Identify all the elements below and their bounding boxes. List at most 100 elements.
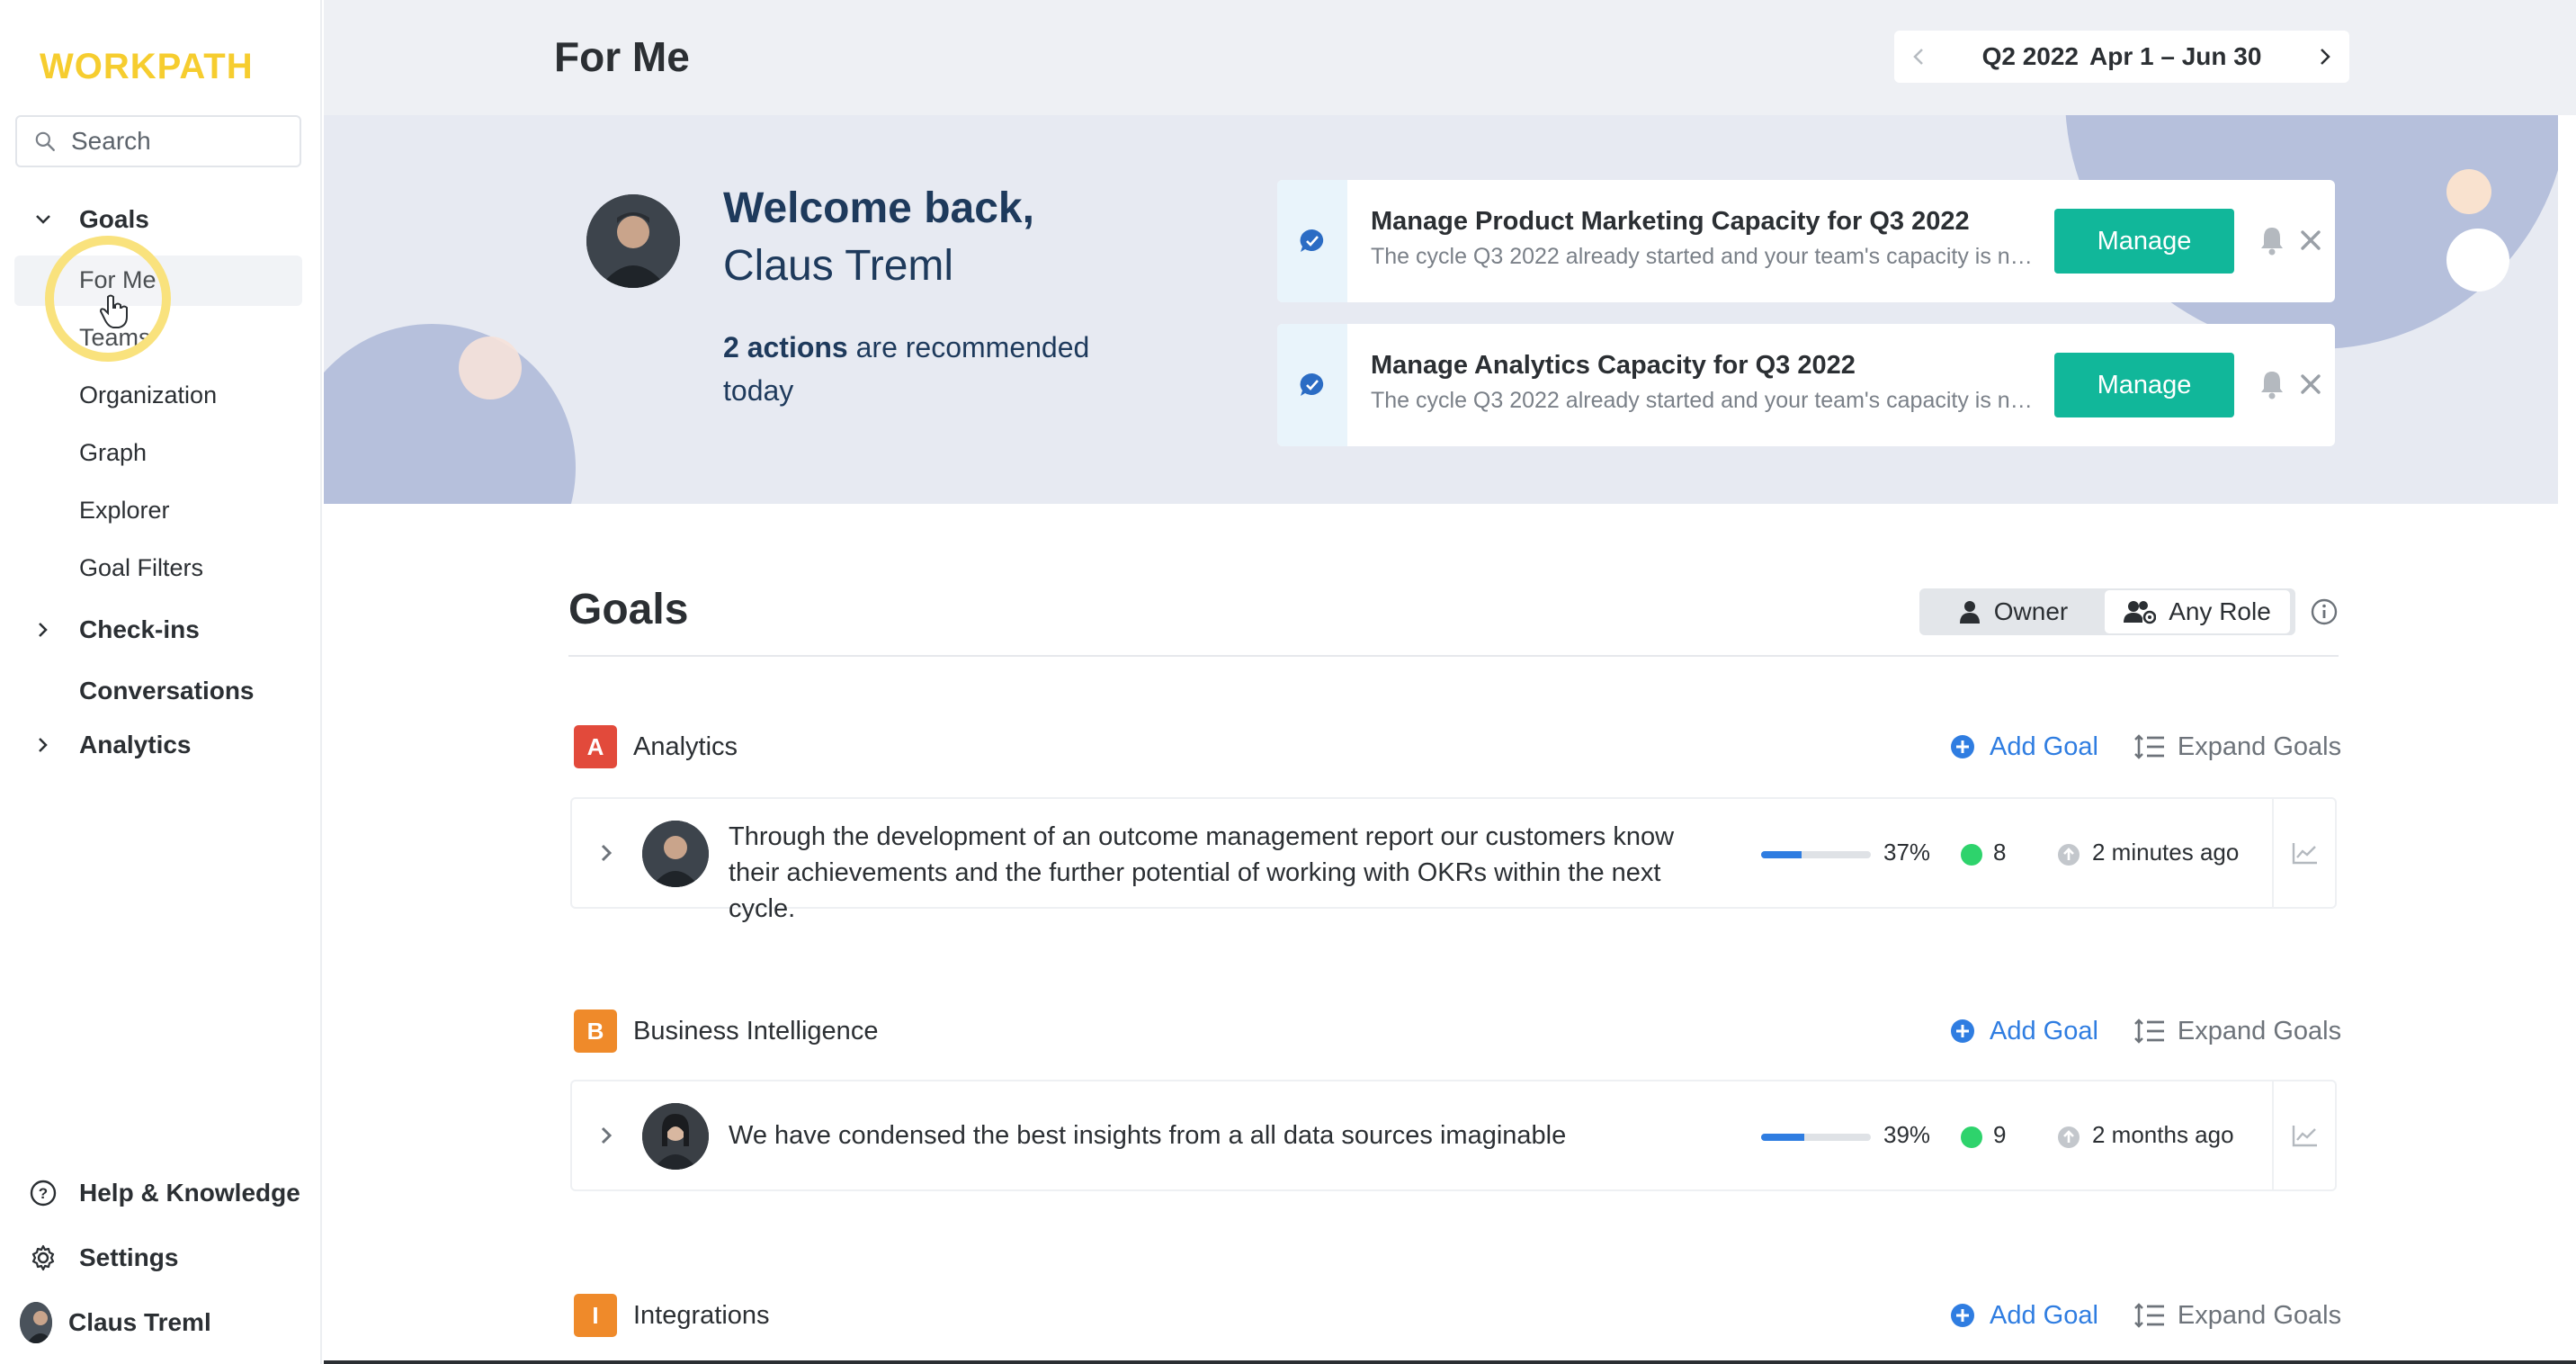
team-name: Business Intelligence [633,1016,879,1045]
nav-item-conversations[interactable]: Conversations [0,671,322,711]
add-goal-button[interactable]: Add Goal [1950,732,2098,762]
expand-list-icon [2134,1303,2164,1328]
update-arrow-icon [2058,844,2080,866]
action-body: Manage Product Marketing Capacity for Q3… [1371,207,2036,270]
action-description: The cycle Q3 2022 already started and yo… [1371,388,2036,413]
action-title: Manage Product Marketing Capacity for Q3… [1371,207,1970,236]
team-name: Analytics [633,731,738,761]
status-dot [1961,844,1982,866]
last-updated: 2 minutes ago [2092,839,2240,866]
close-icon[interactable] [2297,227,2324,254]
chevron-right-icon[interactable] [595,1121,617,1150]
team-header-business-intelligence[interactable]: B Business Intelligence [574,1010,878,1053]
progress-fill [1761,851,1802,858]
plus-circle-icon [1951,735,1974,758]
expand-list-icon [2134,734,2164,759]
add-goal-button[interactable]: Add Goal [1950,1301,2098,1331]
search-box[interactable] [15,115,301,167]
action-card: Manage Product Marketing Capacity for Q3… [1277,180,2335,302]
any-role-filter-button[interactable]: Any Role [2105,590,2290,633]
expand-goals-button[interactable]: Expand Goals [2134,1017,2341,1046]
nav-group-label: Goals [79,205,149,233]
progress-fill [1761,1134,1804,1141]
plus-circle-icon [1951,1019,1974,1043]
chevron-right-icon [34,732,52,758]
settings-link[interactable]: Settings [27,1238,178,1278]
chevron-down-icon [34,207,52,232]
team-actions: Add Goal Expand Goals [1950,1294,2341,1337]
chat-check-icon [1300,372,1324,396]
goal-row[interactable]: Through the development of an outcome ma… [570,797,2337,923]
welcome-name: Claus Treml [723,242,954,290]
team-actions: Add Goal Expand Goals [1950,1010,2341,1053]
goal-chart-button[interactable] [2272,1081,2337,1189]
team-badge: A [574,725,617,768]
sidebar-item-graph[interactable]: Graph [79,439,147,467]
update-arrow-icon [2058,1126,2080,1148]
window-bottom-edge [324,1360,2576,1364]
sidebar-item-explorer[interactable]: Explorer [79,497,170,525]
goal-progress-bar [1761,851,1871,858]
action-strip [1277,180,1347,302]
hand-cursor-icon [99,294,128,328]
expand-goals-label: Expand Goals [2177,1016,2342,1045]
key-results-count: 9 [1993,1121,2007,1148]
manage-button[interactable]: Manage [2054,353,2234,417]
nav-group-check-ins[interactable]: Check-ins [0,610,322,650]
goal-progress-bar [1761,1134,1871,1141]
decorative-circle [459,337,522,399]
search-input[interactable] [71,127,287,156]
info-icon[interactable] [2310,597,2339,626]
close-icon[interactable] [2297,371,2324,398]
goal-progress-percent: 37% [1883,839,1931,866]
sidebar-item-organization[interactable]: Organization [79,381,217,409]
goal-progress-percent: 39% [1883,1121,1931,1148]
user-profile-link[interactable]: Claus Treml [20,1302,211,1343]
avatar [586,194,680,288]
chevron-left-icon[interactable] [1912,47,1925,67]
chat-check-icon [1300,229,1324,252]
add-goal-label: Add Goal [1990,731,2098,761]
add-goal-button[interactable]: Add Goal [1950,1017,2098,1046]
workpath-logo[interactable]: WORKPATH [40,47,254,87]
goal-row[interactable]: We have condensed the best insights from… [570,1080,2337,1191]
last-updated: 2 months ago [2092,1121,2234,1148]
avatar [642,1103,709,1170]
action-body: Manage Analytics Capacity for Q3 2022 Th… [1371,351,2036,414]
chevron-right-icon[interactable] [2319,47,2331,67]
team-header-integrations[interactable]: I Integrations [574,1294,770,1337]
manage-button[interactable]: Manage [2054,209,2234,274]
page-title: For Me [554,33,690,80]
help-icon: ? [27,1177,59,1209]
chevron-right-icon [34,617,52,642]
nav-group-label: Analytics [79,731,192,758]
owner-label: Owner [1993,597,2069,625]
goal-chart-button[interactable] [2272,799,2337,907]
expand-goals-button[interactable]: Expand Goals [2134,1301,2341,1331]
sidebar-item-goal-filters[interactable]: Goal Filters [79,554,203,582]
owner-filter-button[interactable]: Owner [1921,590,2105,633]
avatar [20,1302,52,1343]
svg-text:?: ? [39,1185,48,1202]
plus-circle-icon [1951,1304,1974,1327]
team-actions: Add Goal Expand Goals [1950,725,2341,768]
nav-group-analytics[interactable]: Analytics [0,725,322,765]
team-header-analytics[interactable]: A Analytics [574,725,738,768]
chevron-right-icon[interactable] [595,839,617,867]
actions-count: 2 actions [723,331,848,363]
bell-icon[interactable] [2258,369,2286,399]
bell-icon[interactable] [2258,225,2286,256]
help-knowledge-link[interactable]: ? Help & Knowledge [27,1173,300,1213]
expand-goals-button[interactable]: Expand Goals [2134,732,2341,762]
welcome-greeting: Welcome back, [723,184,1034,232]
action-card: Manage Analytics Capacity for Q3 2022 Th… [1277,324,2335,446]
nav-group-goals[interactable]: Goals [0,200,322,239]
expand-list-icon [2134,1019,2164,1044]
goal-title[interactable]: Through the development of an outcome ma… [729,819,1718,927]
period-quarter: Q2 2022 [1981,42,2079,70]
add-goal-label: Add Goal [1990,1300,2098,1330]
settings-label: Settings [79,1243,179,1271]
goal-title[interactable]: We have condensed the best insights from… [729,1117,1718,1153]
period-selector[interactable]: Q2 2022 Apr 1 – Jun 30 [1894,31,2349,83]
add-goal-label: Add Goal [1990,1016,2098,1045]
